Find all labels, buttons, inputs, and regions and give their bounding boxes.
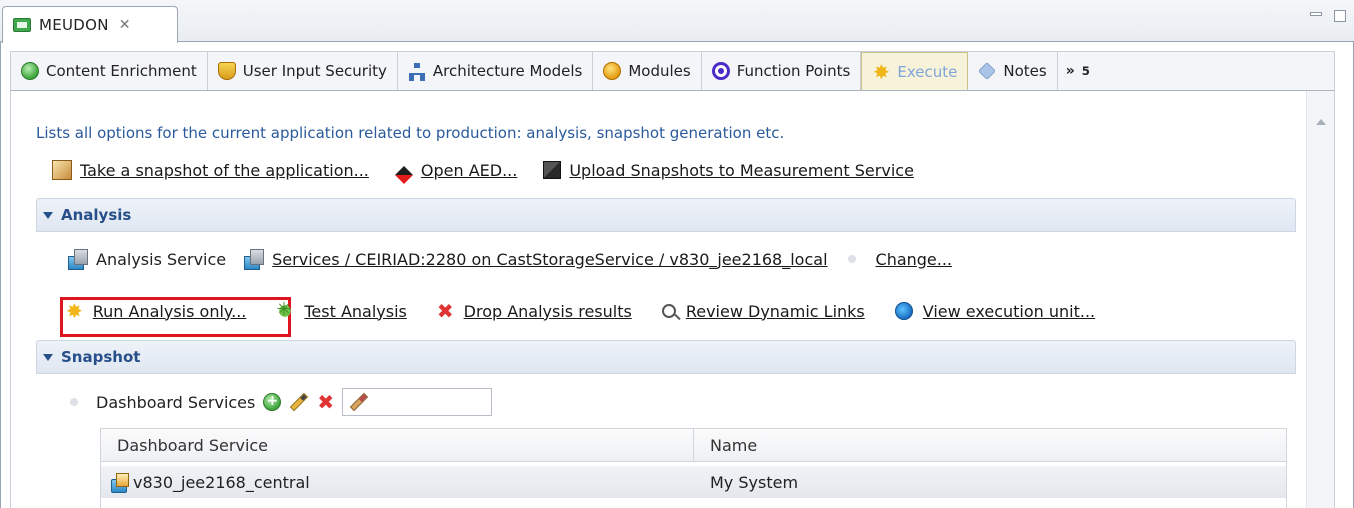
tab-label: Notes xyxy=(1003,62,1047,80)
cell-dashboard-service: v830_jee2168_central xyxy=(101,466,694,498)
tab-function-points[interactable]: Function Points xyxy=(702,52,862,90)
hidden-tab-count: 5 xyxy=(1081,64,1090,78)
column-header-name[interactable]: Name xyxy=(694,429,1286,461)
vertical-scrollbar[interactable] xyxy=(1306,91,1334,508)
tab-label: Function Points xyxy=(736,62,851,80)
more-tabs-button[interactable]: » 5 xyxy=(1058,52,1098,90)
analysis-service-link[interactable]: Services / CEIRIAD:2280 on CastStorageSe… xyxy=(272,250,827,269)
collapse-triangle-icon[interactable] xyxy=(43,353,53,361)
table-row[interactable]: v830_jee2168_central My System xyxy=(101,466,1286,498)
chevron-double-right-icon: » xyxy=(1065,63,1075,79)
upload-icon xyxy=(543,161,562,179)
tab-content-enrichment[interactable]: Content Enrichment xyxy=(11,52,208,90)
delete-icon: ✖ xyxy=(436,299,454,323)
dashboard-services-row: Dashboard Services + ✖ xyxy=(66,388,493,416)
execution-unit-icon xyxy=(894,302,913,320)
brush-icon xyxy=(349,392,369,412)
tab-modules[interactable]: Modules xyxy=(593,52,702,90)
aed-icon xyxy=(394,165,413,184)
add-icon[interactable]: + xyxy=(263,393,282,411)
tab-user-input-security[interactable]: User Input Security xyxy=(208,52,398,90)
tab-label: Modules xyxy=(628,62,691,80)
view-execution-unit-link[interactable]: View execution unit... xyxy=(923,302,1095,321)
analysis-actions-row: ✸ Run Analysis only... Test Analysis ✖ D… xyxy=(66,299,1095,323)
separator-dot xyxy=(847,255,856,263)
dashboard-services-table: Dashboard Service Name v830_jee2168_cent… xyxy=(100,428,1287,508)
function-points-icon xyxy=(711,62,730,80)
collapse-triangle-icon[interactable] xyxy=(43,211,53,219)
take-snapshot-link[interactable]: Take a snapshot of the application... xyxy=(80,161,369,180)
remove-icon[interactable]: ✖ xyxy=(317,392,334,412)
minimize-button[interactable] xyxy=(1310,12,1322,16)
top-action-row: Take a snapshot of the application... Op… xyxy=(52,160,914,184)
tab-label: User Input Security xyxy=(242,62,387,80)
section-title: Snapshot xyxy=(61,348,141,366)
run-burst-icon: ✸ xyxy=(66,299,83,323)
editor-tab-meudon[interactable]: MEUDON ✕ xyxy=(2,6,178,43)
analysis-service-row: Analysis Service Services / CEIRIAD:2280… xyxy=(66,248,952,270)
column-header-dashboard-service[interactable]: Dashboard Service xyxy=(101,429,694,461)
maximize-button[interactable] xyxy=(1334,10,1346,22)
dashboard-services-label: Dashboard Services xyxy=(96,392,256,412)
tag-icon xyxy=(978,62,997,80)
upload-snapshots-link[interactable]: Upload Snapshots to Measurement Service xyxy=(569,161,914,180)
close-icon[interactable]: ✕ xyxy=(119,17,131,33)
dashboard-service-icon xyxy=(111,473,129,493)
filter-input[interactable] xyxy=(342,388,493,416)
application-icon xyxy=(13,18,31,32)
run-analysis-link[interactable]: Run Analysis only... xyxy=(93,302,247,321)
tab-notes[interactable]: Notes xyxy=(968,52,1058,90)
modules-icon xyxy=(603,62,622,80)
cell-text: My System xyxy=(710,472,799,492)
table-header: Dashboard Service Name xyxy=(101,428,1286,462)
editor-tab-title: MEUDON xyxy=(39,16,109,34)
snapshot-section-header[interactable]: Snapshot xyxy=(36,340,1296,374)
execute-burst-icon: ✸ xyxy=(872,59,890,84)
analysis-section-header[interactable]: Analysis xyxy=(36,198,1296,232)
server-icon xyxy=(66,248,88,270)
architecture-icon xyxy=(408,62,426,81)
cell-name: My System xyxy=(694,466,1286,498)
page-description: Lists all options for the current applic… xyxy=(36,124,785,142)
section-title: Analysis xyxy=(61,206,132,224)
pencil-icon[interactable] xyxy=(290,392,309,412)
green-circle-icon xyxy=(21,62,39,80)
tab-label: Execute xyxy=(897,62,958,81)
change-service-link[interactable]: Change... xyxy=(876,250,953,269)
analysis-service-label: Analysis Service xyxy=(96,249,227,269)
cell-text: v830_jee2168_central xyxy=(133,472,310,492)
drop-results-link[interactable]: Drop Analysis results xyxy=(464,302,632,321)
bullet-dot xyxy=(70,398,78,406)
review-links-link[interactable]: Review Dynamic Links xyxy=(686,302,865,321)
test-analysis-link[interactable]: Test Analysis xyxy=(304,302,407,321)
shield-icon xyxy=(217,62,236,80)
snapshot-icon xyxy=(52,160,72,180)
window-controls xyxy=(1310,10,1346,22)
open-aed-link[interactable]: Open AED... xyxy=(421,161,517,180)
magnifier-icon xyxy=(661,304,676,318)
editor-tab-strip: MEUDON ✕ xyxy=(0,0,1354,43)
scroll-up-arrow-icon[interactable] xyxy=(1316,119,1326,125)
tab-label: Architecture Models xyxy=(432,62,583,80)
bug-icon xyxy=(276,299,295,320)
tab-label: Content Enrichment xyxy=(46,62,197,80)
tab-architecture-models[interactable]: Architecture Models xyxy=(398,52,594,90)
subtab-bar: Content Enrichment User Input Security A… xyxy=(10,51,1335,91)
server-icon xyxy=(242,248,265,270)
tab-execute[interactable]: ✸ Execute xyxy=(861,52,969,90)
